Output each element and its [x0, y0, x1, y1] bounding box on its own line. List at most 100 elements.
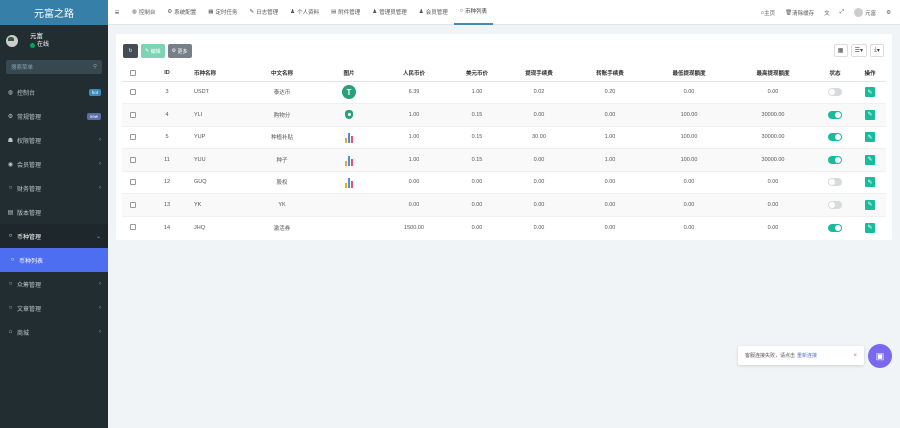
edit-button[interactable]: ✎ 编辑: [141, 44, 165, 58]
column-header[interactable]: 美元币价: [448, 65, 506, 82]
tab[interactable]: ◍ 控制台: [126, 0, 161, 25]
sidebar-item-label: 权限管理: [17, 138, 42, 145]
tab[interactable]: ⚙ 系统配置: [161, 0, 202, 25]
table-toolbar: ↻ ✎ 编辑 ⚙ 更多: [123, 44, 192, 58]
circle-icon: ○: [10, 257, 15, 263]
trash-icon: 🗑: [785, 9, 793, 16]
table-row[interactable]: 5 YUP 种植补贴 1.00 0.15 30.00 1.00 100.00 30000.00 ✎: [122, 125, 886, 149]
sidebar-item[interactable]: ○ 币种管理 ⌄: [0, 224, 108, 248]
fullscreen-icon[interactable]: ⤢: [835, 9, 849, 16]
chat-support-button[interactable]: ▣: [868, 344, 892, 368]
column-header[interactable]: 提现手续费: [506, 65, 572, 82]
edit-row-button[interactable]: ✎: [865, 87, 875, 98]
column-header[interactable]: 币种名称: [190, 65, 246, 82]
cell-usd: 0.00: [448, 215, 506, 239]
chevron-icon: ‹: [99, 281, 101, 287]
status-toggle[interactable]: [828, 155, 842, 164]
status-toggle[interactable]: [828, 200, 842, 209]
sidebar-item[interactable]: ⚙ 常规管理 new: [0, 104, 108, 128]
table-row[interactable]: 11 YUU 种子 1.00 0.15 0.00 1.00 100.00 30000.00 ✎: [122, 148, 886, 171]
user-icon: ♟: [290, 9, 296, 15]
status-toggle[interactable]: [828, 88, 842, 97]
status-toggle[interactable]: [828, 223, 842, 232]
table-row[interactable]: 13 YK YK 0.00 0.00 0.00 0.00 0.00 0.00 ✎: [122, 193, 886, 216]
settings-gear-icon[interactable]: ⚙: [881, 10, 896, 16]
brand-logo[interactable]: 元富之路: [0, 0, 108, 25]
tab[interactable]: ♟ 管理员管理: [366, 0, 412, 25]
row-checkbox[interactable]: [130, 179, 136, 186]
column-header[interactable]: 转账手续费: [572, 65, 648, 82]
column-header[interactable]: 最高提现额度: [730, 65, 816, 82]
table-row[interactable]: 12 GUQ 股权 0.00 0.00 0.00 0.00 0.00 0.00 ✎: [122, 170, 886, 194]
download-icon: ⤓: [874, 47, 877, 53]
row-checkbox[interactable]: [130, 156, 136, 163]
row-checkbox[interactable]: [130, 201, 136, 208]
user-menu[interactable]: 元富: [849, 8, 881, 17]
sidebar-item[interactable]: ⌂ 商城 ‹: [0, 320, 108, 344]
row-checkbox[interactable]: [130, 134, 136, 141]
row-checkbox[interactable]: [130, 224, 136, 231]
sidebar-item[interactable]: ○ 币种列表: [0, 248, 108, 272]
tab[interactable]: ♟ 个人资料: [284, 0, 325, 25]
cell-id: 3: [144, 80, 190, 104]
toggle-view-button[interactable]: ▦: [833, 44, 848, 57]
edit-row-button[interactable]: ✎: [865, 199, 875, 210]
status-toggle[interactable]: [828, 110, 842, 119]
sidebar-item[interactable]: ○ 文章管理 ‹: [0, 296, 108, 320]
column-header[interactable]: 人民币价: [380, 65, 448, 82]
edit-row-button[interactable]: ✎: [865, 109, 875, 120]
select-all-checkbox[interactable]: [122, 65, 144, 82]
column-header[interactable]: ID: [144, 65, 190, 82]
sidebar-item[interactable]: ☗ 权限管理 ‹: [0, 128, 108, 152]
reconnect-link[interactable]: 重新连接: [797, 352, 817, 359]
log-icon: ✎: [249, 9, 255, 15]
sidebar-item[interactable]: ▤ 版本管理: [0, 200, 108, 224]
row-checkbox[interactable]: [130, 111, 136, 118]
tab[interactable]: ○ 币种列表: [453, 0, 494, 25]
edit-row-button[interactable]: ✎: [865, 177, 875, 188]
export-dropdown-button[interactable]: ⤓ ▾: [870, 44, 884, 57]
language-toggle-icon[interactable]: 文: [819, 9, 835, 17]
cell-usd: 0.15: [448, 125, 506, 149]
status-toggle[interactable]: [828, 133, 842, 142]
edit-row-button[interactable]: ✎: [865, 154, 875, 165]
sidebar-search-input[interactable]: 搜索菜单 ⚲: [6, 60, 102, 74]
circle-icon: ○: [8, 305, 13, 311]
refresh-button[interactable]: ↻: [123, 44, 138, 58]
refresh-icon: ↻: [128, 48, 133, 54]
column-header[interactable]: 操作: [854, 65, 886, 82]
checkbox[interactable]: [130, 69, 136, 76]
close-icon[interactable]: ×: [853, 353, 857, 359]
cell-wfee: 0.00: [506, 170, 572, 194]
column-header[interactable]: 状态: [816, 65, 854, 82]
clear-cache-button[interactable]: 🗑 清除缓存: [780, 9, 819, 17]
columns-dropdown-button[interactable]: ☰ ▾: [850, 44, 867, 57]
sidebar-toggle-icon[interactable]: ≡: [108, 8, 126, 17]
tab[interactable]: ♟ 会员管理: [413, 0, 454, 25]
cog-icon: ⚙: [167, 9, 173, 15]
tab[interactable]: ▦ 定时任务: [202, 0, 243, 25]
column-header[interactable]: 最低提现额度: [648, 65, 730, 82]
cell-id: 12: [144, 170, 190, 194]
user-panel: 元富 在线: [0, 25, 108, 57]
more-button[interactable]: ⚙ 更多: [167, 44, 192, 58]
tab[interactable]: ✎ 日志管理: [244, 0, 285, 25]
row-checkbox[interactable]: [130, 89, 136, 96]
status-toggle[interactable]: [828, 178, 842, 187]
table-row[interactable]: 14 JHQ 激活券 1500.00 0.00 0.00 0.00 0.00 0.00 ✎: [122, 215, 886, 239]
pencil-icon: ✎: [867, 89, 873, 96]
home-link[interactable]: ⌂ 主页: [756, 9, 780, 17]
column-header[interactable]: 图片: [318, 65, 380, 82]
tab[interactable]: ▤ 附件管理: [325, 0, 366, 25]
cell-wfee: 0.00: [506, 103, 572, 126]
edit-row-button[interactable]: ✎: [865, 132, 875, 143]
sidebar-item[interactable]: ○ 财务管理 ‹: [0, 176, 108, 200]
table-row[interactable]: 3 USDT 泰达币 T 6.39 1.00 0.02 0.20 0.00 0.00 ✎: [122, 80, 886, 104]
column-header[interactable]: 中文名称: [246, 65, 318, 82]
table-row[interactable]: 4 YLI 购物分 1.00 0.15 0.00 0.00 100.00 30000.00 ✎: [122, 103, 886, 126]
sidebar-item[interactable]: ○ 众筹管理 ‹: [0, 272, 108, 296]
sidebar-item[interactable]: ◍ 控制台 hot: [0, 80, 108, 104]
edit-row-button[interactable]: ✎: [865, 222, 875, 233]
cell-usd: 0.00: [448, 193, 506, 216]
sidebar-item[interactable]: ◉ 会员管理 ‹: [0, 152, 108, 176]
